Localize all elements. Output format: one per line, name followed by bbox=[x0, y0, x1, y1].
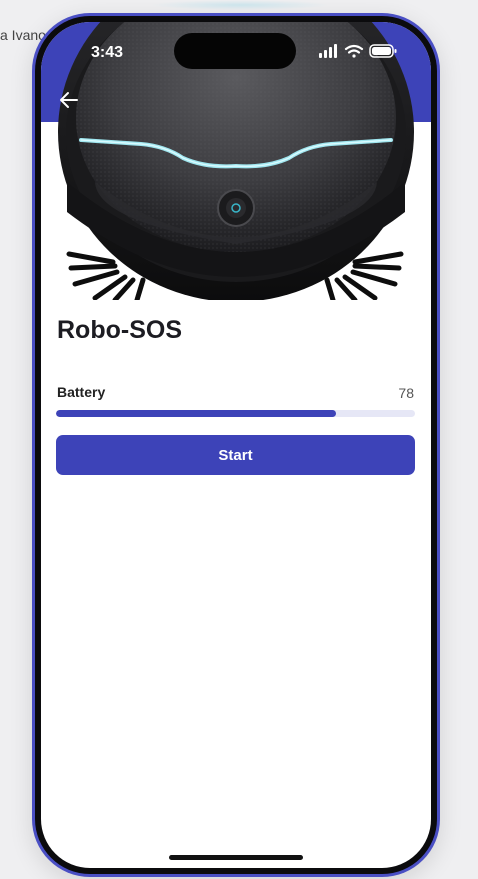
status-icons bbox=[319, 43, 399, 59]
home-indicator bbox=[169, 855, 303, 860]
status-time: 3:43 bbox=[91, 44, 124, 61]
cellular-signal-icon bbox=[319, 44, 337, 58]
battery-value: 78 bbox=[398, 385, 414, 401]
battery-label: Battery bbox=[57, 384, 106, 400]
device-name: Robo-SOS bbox=[57, 316, 182, 344]
back-button[interactable] bbox=[57, 88, 81, 112]
desktop-background: a Ivano 3:43 Robo-SOS Battery 78 Start bbox=[0, 0, 478, 879]
dynamic-island bbox=[174, 33, 296, 69]
battery-progress-fill bbox=[56, 410, 337, 417]
battery-progress-bar bbox=[56, 410, 415, 417]
start-button[interactable]: Start bbox=[56, 435, 415, 475]
arrow-left-icon bbox=[60, 92, 78, 108]
app-screen: 3:43 Robo-SOS Battery 78 Start bbox=[41, 22, 431, 868]
battery-icon bbox=[369, 44, 397, 58]
background-glow bbox=[150, 0, 330, 10]
wifi-icon bbox=[344, 44, 364, 58]
